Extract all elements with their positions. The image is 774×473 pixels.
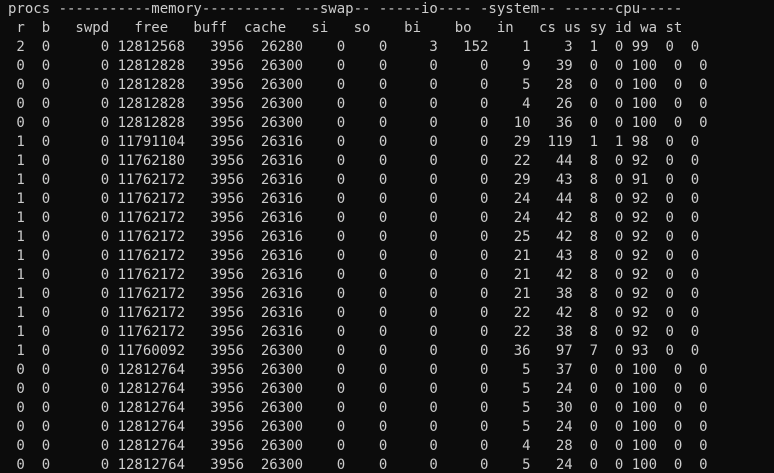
vmstat-row: 0 0 0 12812764 3956 26300 0 0 0 0 5 24 0… bbox=[8, 457, 708, 473]
vmstat-row: 1 0 0 11760092 3956 26300 0 0 0 0 36 97 … bbox=[8, 343, 700, 359]
vmstat-row: 1 0 0 11762172 3956 26316 0 0 0 0 21 43 … bbox=[8, 248, 700, 264]
vmstat-row: 1 0 0 11762180 3956 26316 0 0 0 0 22 44 … bbox=[8, 153, 700, 169]
vmstat-row: 0 0 0 12812764 3956 26300 0 0 0 0 4 28 0… bbox=[8, 438, 708, 454]
vmstat-group-header: procs -----------memory---------- ---swa… bbox=[8, 1, 683, 17]
vmstat-row: 1 0 0 11762172 3956 26316 0 0 0 0 29 43 … bbox=[8, 172, 700, 188]
vmstat-row: 2 0 0 12812568 3956 26280 0 0 3 152 1 3 … bbox=[8, 39, 700, 55]
vmstat-row: 1 0 0 11762172 3956 26316 0 0 0 0 22 38 … bbox=[8, 324, 700, 340]
vmstat-row: 1 0 0 11762172 3956 26316 0 0 0 0 22 42 … bbox=[8, 305, 700, 321]
vmstat-row: 1 0 0 11762172 3956 26316 0 0 0 0 21 42 … bbox=[8, 267, 700, 283]
vmstat-column-header: r b swpd free buff cache si so bi bo in … bbox=[8, 20, 683, 36]
vmstat-row: 1 0 0 11791104 3956 26316 0 0 0 0 29 119… bbox=[8, 134, 700, 150]
vmstat-row: 0 0 0 12812764 3956 26300 0 0 0 0 5 24 0… bbox=[8, 381, 708, 397]
vmstat-row: 0 0 0 12812764 3956 26300 0 0 0 0 5 37 0… bbox=[8, 362, 708, 378]
vmstat-row: 0 0 0 12812828 3956 26300 0 0 0 0 4 26 0… bbox=[8, 96, 708, 112]
vmstat-row: 0 0 0 12812828 3956 26300 0 0 0 0 9 39 0… bbox=[8, 58, 708, 74]
vmstat-row: 1 0 0 11762172 3956 26316 0 0 0 0 24 42 … bbox=[8, 210, 700, 226]
vmstat-row: 0 0 0 12812764 3956 26300 0 0 0 0 5 24 0… bbox=[8, 419, 708, 435]
vmstat-row: 1 0 0 11762172 3956 26316 0 0 0 0 25 42 … bbox=[8, 229, 700, 245]
vmstat-row: 0 0 0 12812828 3956 26300 0 0 0 0 10 36 … bbox=[8, 115, 708, 131]
vmstat-row: 1 0 0 11762172 3956 26316 0 0 0 0 21 38 … bbox=[8, 286, 700, 302]
terminal-output[interactable]: procs -----------memory---------- ---swa… bbox=[0, 0, 774, 473]
vmstat-row: 0 0 0 12812828 3956 26300 0 0 0 0 5 28 0… bbox=[8, 77, 708, 93]
vmstat-row: 1 0 0 11762172 3956 26316 0 0 0 0 24 44 … bbox=[8, 191, 700, 207]
vmstat-row: 0 0 0 12812764 3956 26300 0 0 0 0 5 30 0… bbox=[8, 400, 708, 416]
